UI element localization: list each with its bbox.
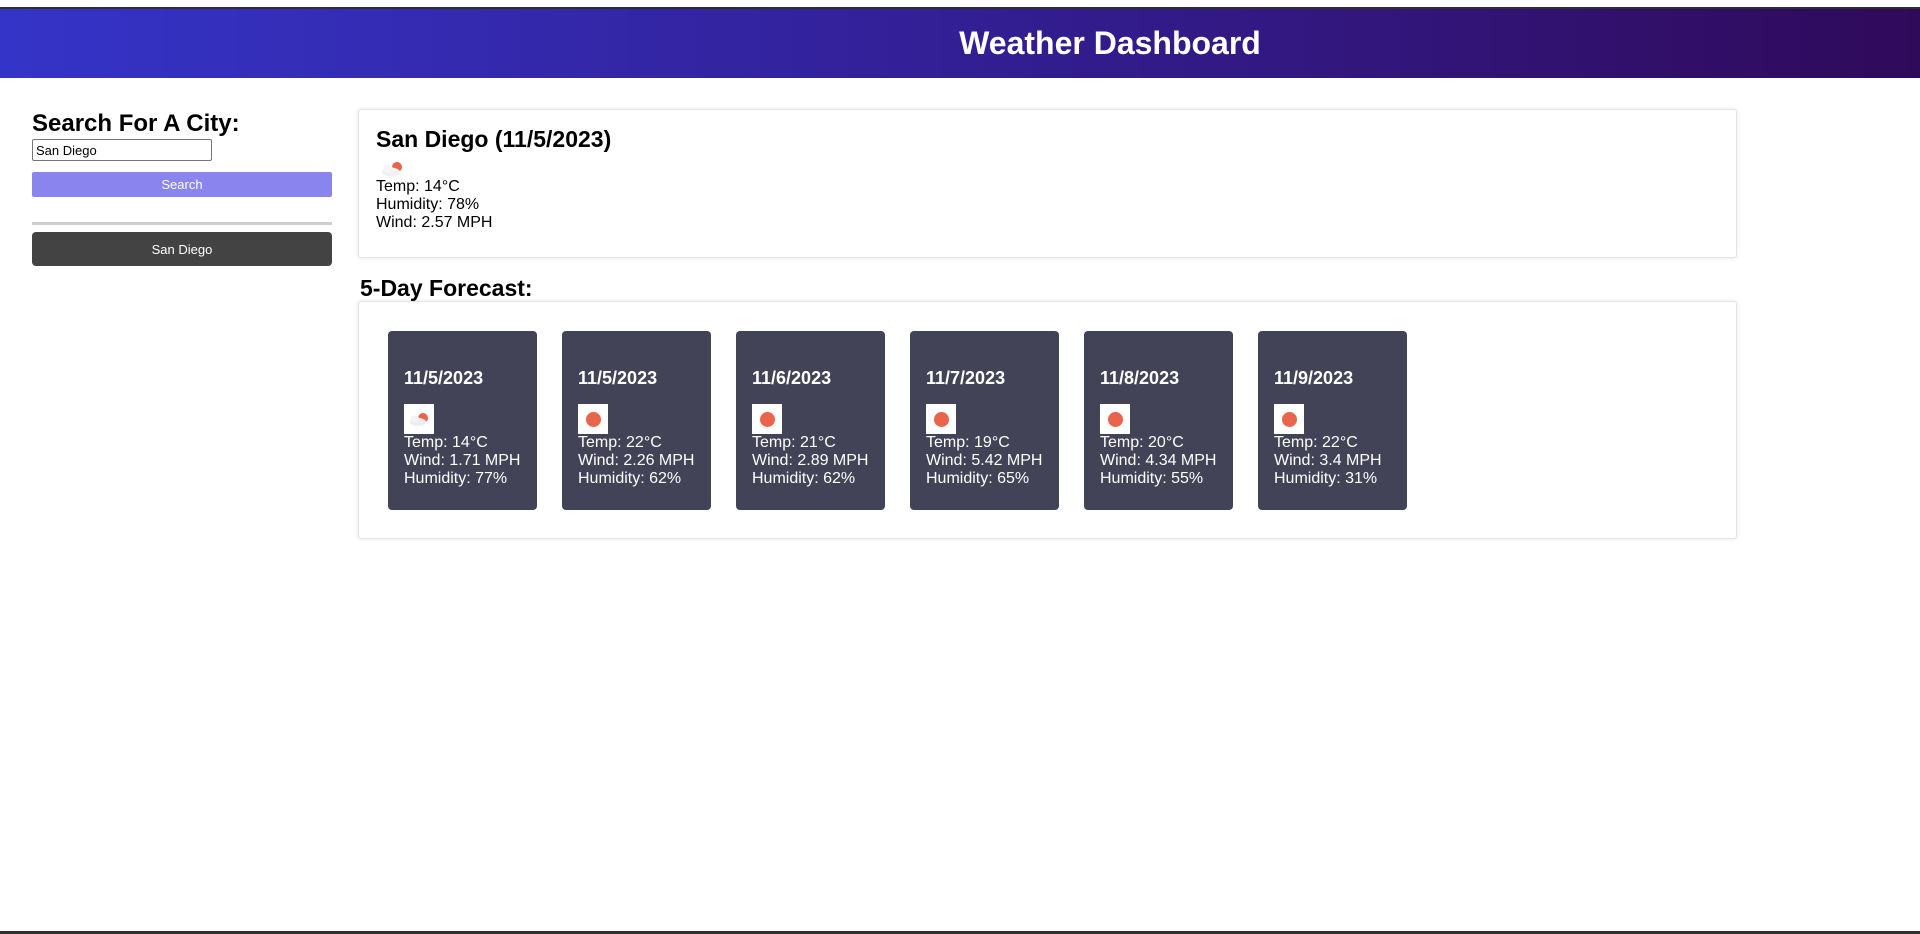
current-weather-card: San Diego (11/5/2023) Temp: 14°C Humidit… (358, 109, 1737, 258)
sun-icon (1100, 404, 1130, 434)
forecast-humidity: Humidity: 55% (1100, 470, 1204, 487)
forecast-wind: Wind: 4.34 MPH (1100, 452, 1217, 469)
history-city-button[interactable]: San Diego (32, 232, 332, 266)
current-city-title: San Diego (11/5/2023) (376, 126, 612, 152)
forecast-temp: Temp: 22°C (1274, 434, 1358, 451)
current-wind: Wind: 2.57 MPH (376, 214, 493, 231)
forecast-date: 11/9/2023 (1274, 368, 1354, 388)
forecast-date: 11/6/2023 (752, 368, 832, 388)
forecast-card: 11/5/2023 Temp: 14°C Wind: 1.71 MPH Humi… (388, 331, 537, 510)
search-button[interactable]: Search (32, 172, 332, 197)
forecast-card: 11/6/2023 Temp: 21°C Wind: 2.89 MPH Humi… (736, 331, 885, 510)
forecast-temp: Temp: 14°C (404, 434, 488, 451)
partly-cloudy-icon (376, 154, 406, 178)
forecast-humidity: Humidity: 31% (1274, 470, 1378, 487)
page-title: Weather Dashboard (959, 25, 1261, 61)
forecast-wind: Wind: 1.71 MPH (404, 452, 521, 469)
forecast-date: 11/7/2023 (926, 368, 1006, 388)
forecast-wind: Wind: 5.42 MPH (926, 452, 1043, 469)
forecast-wind: Wind: 2.26 MPH (578, 452, 695, 469)
sun-icon (926, 404, 956, 434)
forecast-temp: Temp: 20°C (1100, 434, 1184, 451)
search-heading: Search For A City: (32, 110, 240, 137)
forecast-temp: Temp: 19°C (926, 434, 1010, 451)
forecast-card: 11/8/2023 Temp: 20°C Wind: 4.34 MPH Humi… (1084, 331, 1233, 510)
forecast-wind: Wind: 3.4 MPH (1274, 452, 1382, 469)
sun-icon (752, 404, 782, 434)
partly-cloudy-icon (404, 404, 434, 434)
forecast-wind: Wind: 2.89 MPH (752, 452, 869, 469)
forecast-card: 11/7/2023 Temp: 19°C Wind: 5.42 MPH Humi… (910, 331, 1059, 510)
forecast-date: 11/8/2023 (1100, 368, 1180, 388)
city-search-input[interactable] (32, 139, 212, 161)
current-humidity: Humidity: 78% (376, 196, 480, 213)
sun-icon (578, 404, 608, 434)
forecast-temp: Temp: 22°C (578, 434, 662, 451)
forecast-card: 11/5/2023 Temp: 22°C Wind: 2.26 MPH Humi… (562, 331, 711, 510)
forecast-humidity: Humidity: 65% (926, 470, 1030, 487)
forecast-card: 11/9/2023 Temp: 22°C Wind: 3.4 MPH Humid… (1258, 331, 1407, 510)
forecast-humidity: Humidity: 62% (578, 470, 682, 487)
forecast-container: 11/5/2023 Temp: 14°C Wind: 1.71 MPH Humi… (358, 301, 1737, 539)
forecast-temp: Temp: 21°C (752, 434, 836, 451)
sidebar-divider (32, 222, 332, 225)
sun-icon (1274, 404, 1304, 434)
forecast-title: 5-Day Forecast: (360, 275, 533, 301)
search-sidebar: Search For A City: Search San Diego (32, 110, 332, 266)
forecast-date: 11/5/2023 (404, 368, 484, 388)
app-header: Weather Dashboard (0, 9, 1920, 78)
forecast-humidity: Humidity: 62% (752, 470, 856, 487)
forecast-date: 11/5/2023 (578, 368, 658, 388)
current-temp: Temp: 14°C (376, 178, 460, 195)
forecast-humidity: Humidity: 77% (404, 470, 508, 487)
